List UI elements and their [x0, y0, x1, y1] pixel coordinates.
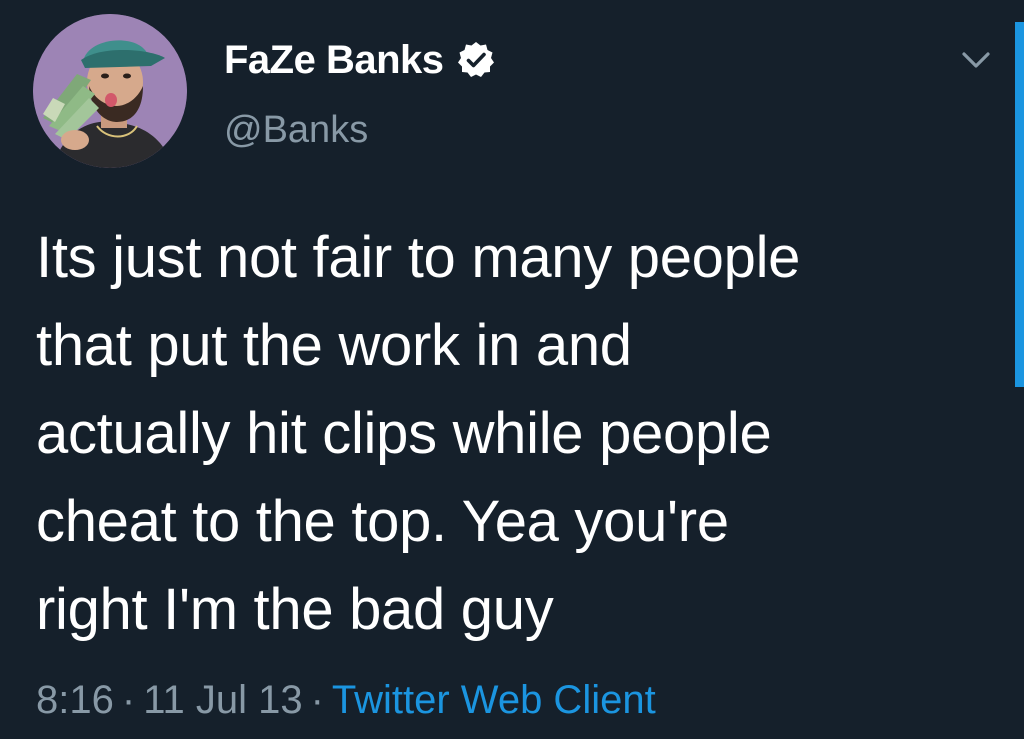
tweet-time[interactable]: 8:16 [36, 678, 114, 722]
avatar[interactable] [33, 14, 187, 168]
tweet-date[interactable]: 11 Jul 13 [143, 678, 302, 722]
meta-separator: · [121, 678, 136, 722]
meta-separator: · [310, 678, 324, 722]
author-handle[interactable]: @Banks [224, 106, 368, 154]
author-name-row[interactable]: FaZe Banks [224, 34, 496, 86]
avatar-image [33, 14, 187, 168]
tweet-text: Its just not fair to many people that pu… [36, 225, 801, 642]
chevron-down-icon[interactable] [958, 44, 994, 74]
author-display-name[interactable]: FaZe Banks [224, 34, 444, 86]
verified-badge-icon [456, 40, 496, 80]
tweet-card: FaZe Banks @Banks Its just not fair to m… [0, 0, 1024, 739]
tweet-meta: 8:16 · 11 Jul 13 · Twitter Web Client [36, 674, 656, 726]
tweet-source-link[interactable]: Twitter Web Client [332, 678, 656, 722]
scroll-indicator [1015, 22, 1024, 387]
